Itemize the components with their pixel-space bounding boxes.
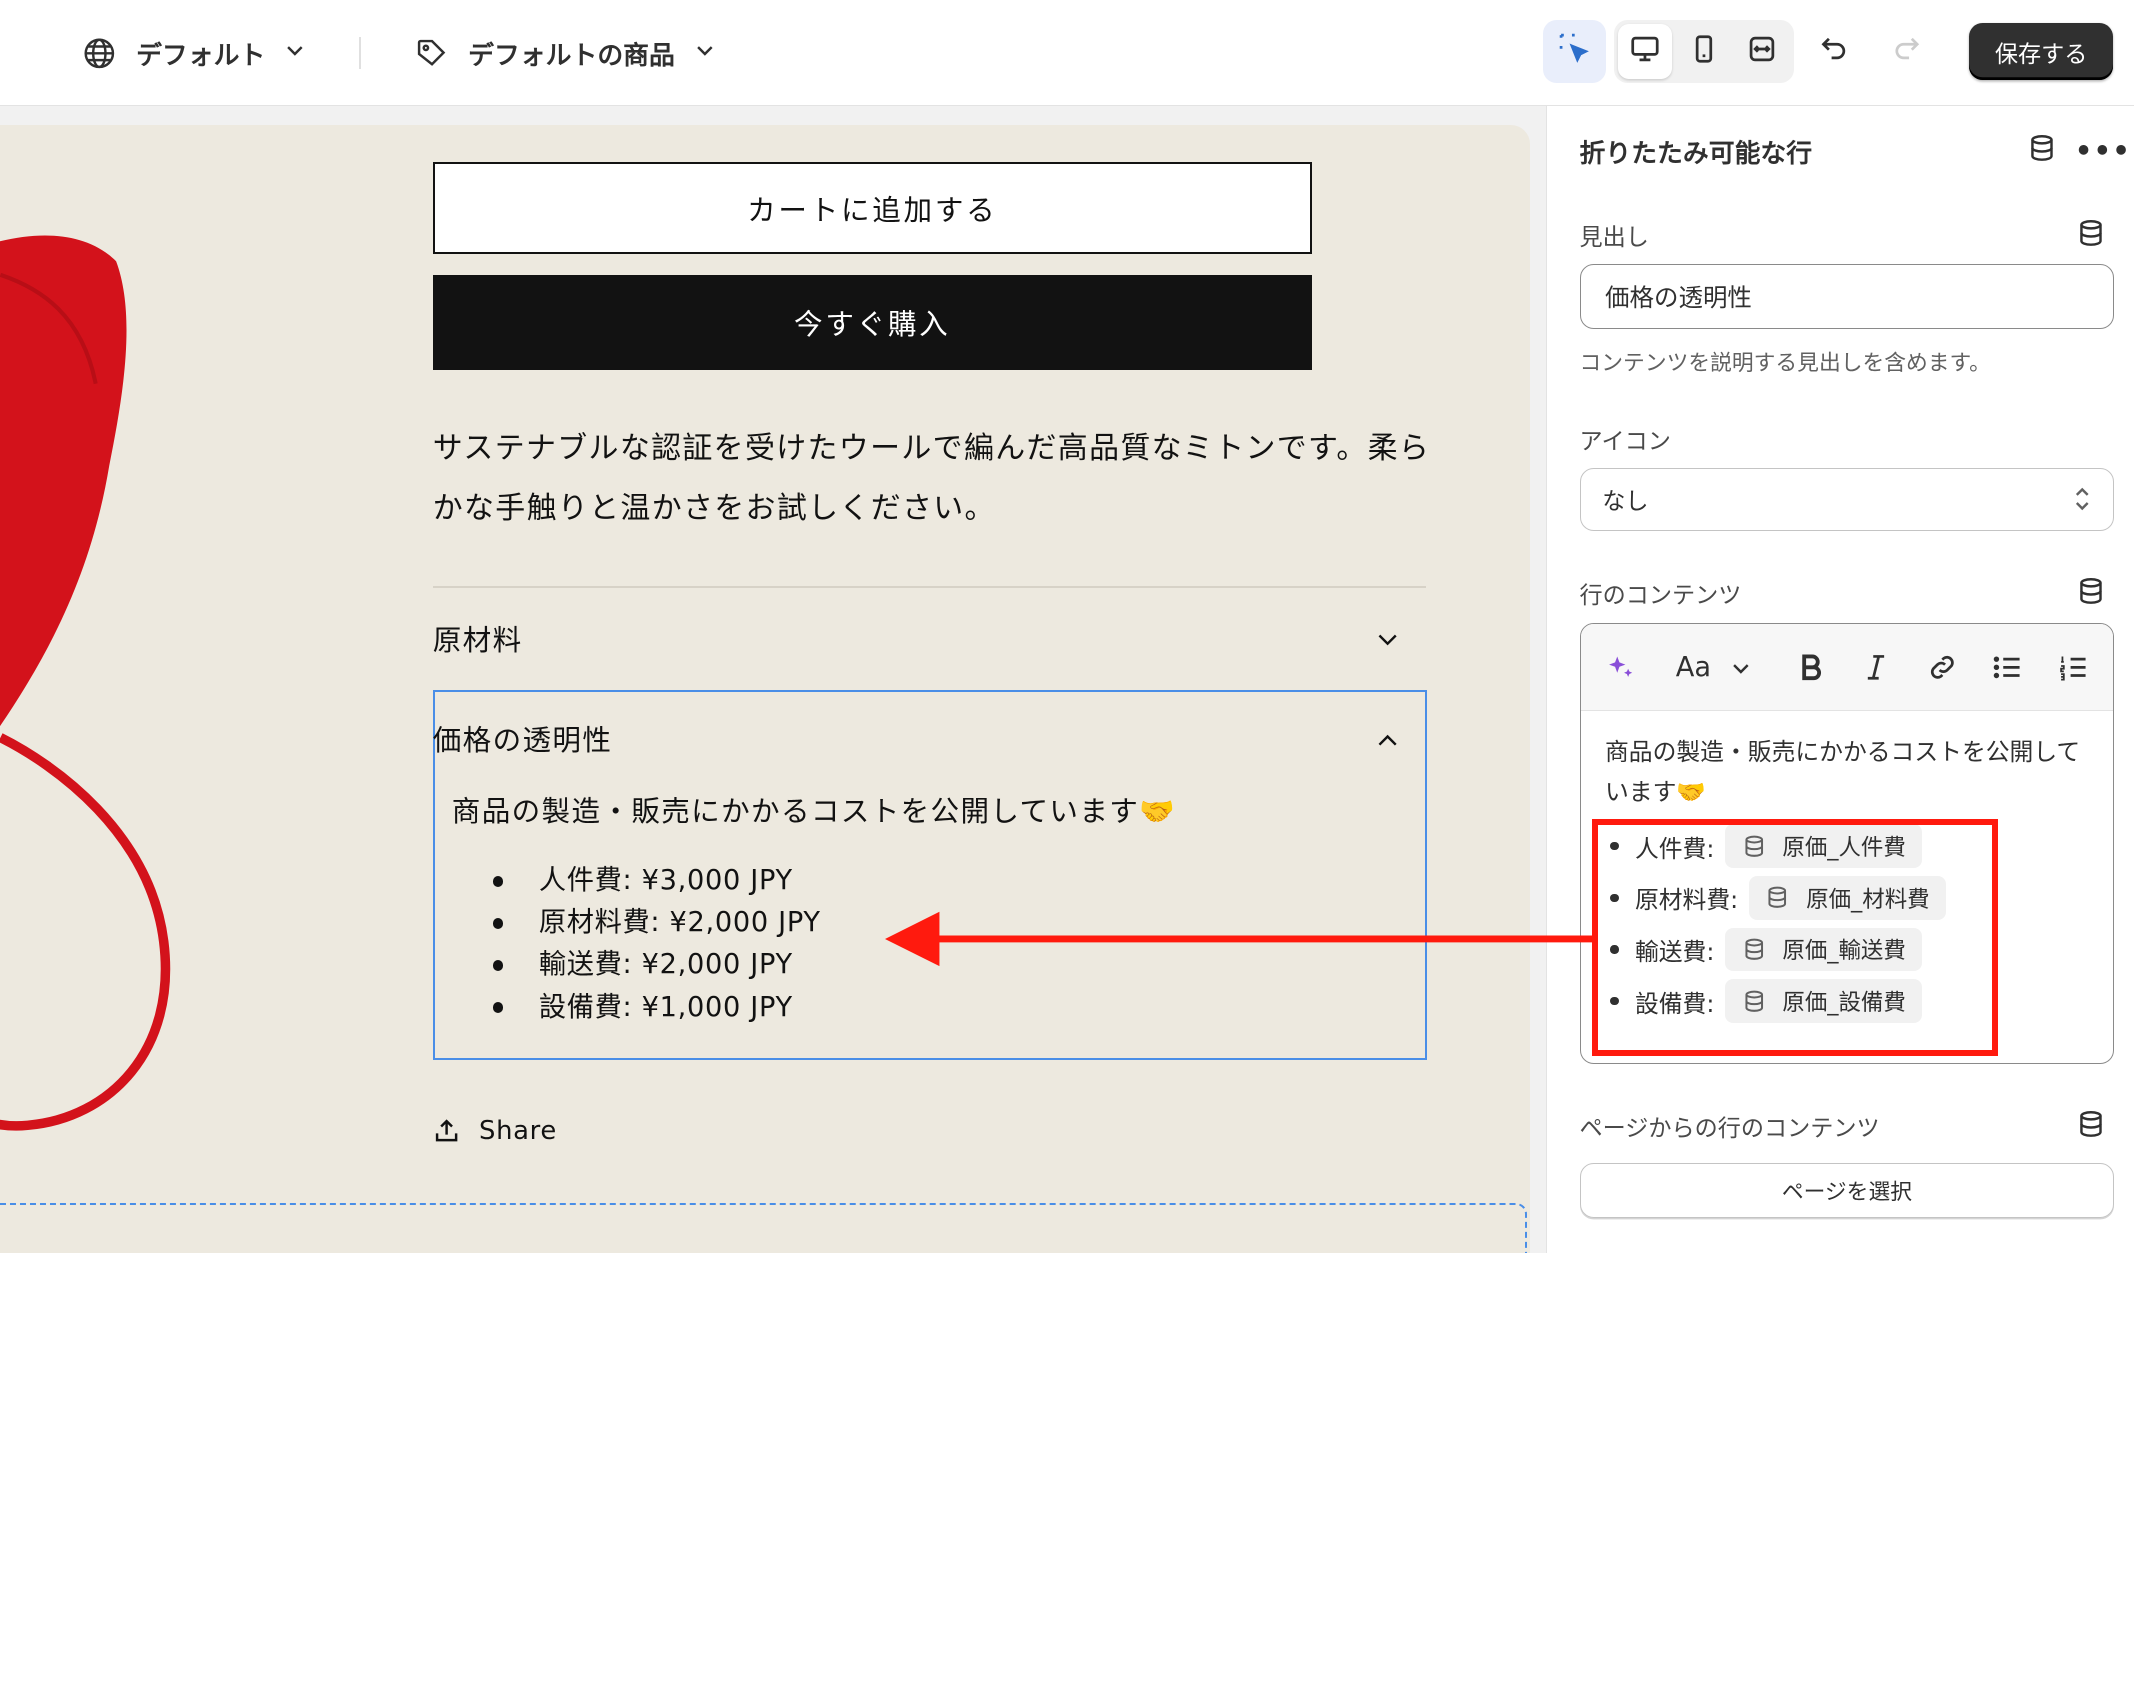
annotation-arrow	[884, 911, 1593, 967]
settings-panel: 折りたたみ可能な行 ••• 見出し 価格の透明性 コンテンツを説明する見出しを含…	[1545, 106, 2134, 1254]
select-arrows-icon	[2070, 484, 2094, 520]
template-label: デフォルト	[136, 40, 266, 71]
heading-label: 見出し	[1579, 224, 1649, 251]
viewport-switcher	[1613, 20, 1794, 83]
accordion-title: 原材料	[432, 622, 523, 657]
annotation-highlight-box	[1592, 819, 1998, 1056]
list-item: 設備費: ¥1,000 JPY	[487, 987, 820, 1029]
bold-icon[interactable]	[1796, 649, 1826, 687]
redo-icon	[1890, 32, 1923, 71]
numbered-list-icon[interactable]	[2057, 649, 2090, 687]
inspector-button[interactable]	[1543, 20, 1606, 83]
product-description: サステナブルな認証を受けたウールで編んだ高品質なミトンです。柔らかな手触りと温か…	[432, 431, 1431, 526]
editor-toolbar: Aa	[1580, 624, 2114, 712]
list-item: 輸送費: ¥2,000 JPY	[487, 944, 820, 986]
bullet-list-icon[interactable]	[1991, 649, 2024, 687]
store-preview: カートに追加する 今すぐ購入 サステナブルな認証を受けたウールで編んだ高品質なミ…	[0, 125, 1530, 1254]
database-icon[interactable]	[2076, 218, 2106, 248]
globe-icon	[82, 35, 117, 70]
list-item: 人件費: ¥3,000 JPY	[487, 860, 820, 902]
select-page-button[interactable]: ページを選択	[1579, 1163, 2115, 1218]
add-to-cart-button[interactable]: カートに追加する	[432, 161, 1312, 255]
panel-title: 折りたたみ可能な行	[1579, 139, 1813, 170]
desktop-icon	[1630, 34, 1660, 70]
chevron-down-icon	[694, 38, 716, 68]
ai-sparkle-icon[interactable]	[1605, 649, 1638, 687]
share-icon	[433, 1117, 460, 1144]
mobile-icon	[1689, 34, 1719, 70]
buy-now-button[interactable]: 今すぐ購入	[432, 274, 1312, 371]
icon-select[interactable]: なし	[1579, 468, 2115, 531]
link-icon[interactable]	[1926, 649, 1959, 687]
more-options-icon[interactable]: •••	[2075, 136, 2131, 167]
heading-help-text: コンテンツを説明する見出しを含めます。	[1579, 350, 1991, 376]
icon-select-value: なし	[1602, 489, 1649, 516]
database-icon[interactable]	[2076, 1109, 2106, 1139]
chevron-up-icon	[1374, 727, 1401, 760]
select-cursor-icon	[1557, 31, 1592, 72]
heading-input[interactable]: 価格の透明性	[1579, 263, 2115, 330]
database-icon[interactable]	[2076, 576, 2106, 606]
fullscreen-view-button[interactable]	[1735, 24, 1789, 78]
font-style-button[interactable]: Aa	[1676, 649, 1711, 687]
fit-width-icon	[1747, 34, 1777, 70]
editor-body-text: 商品の製造・販売にかかるコストを公開しています🤝	[1605, 738, 2081, 806]
share-label: Share	[478, 1115, 557, 1146]
product-label: デフォルトの商品	[468, 40, 675, 71]
divider	[432, 586, 1427, 588]
mobile-view-button[interactable]	[1677, 24, 1731, 78]
chevron-down-icon	[284, 38, 306, 68]
cost-list: 人件費: ¥3,000 JPY 原材料費: ¥2,000 JPY 輸送費: ¥2…	[487, 860, 820, 1029]
chevron-down-icon	[1374, 626, 1401, 659]
page-content-label: ページからの行のコンテンツ	[1579, 1116, 1880, 1143]
template-selector[interactable]: デフォルト	[82, 30, 306, 76]
product-selector[interactable]: デフォルトの商品	[414, 30, 716, 76]
toolbar-divider	[359, 36, 361, 70]
tag-icon	[414, 35, 449, 70]
next-section-outline	[0, 1202, 1527, 1254]
mitten-image	[0, 235, 170, 1131]
undo-button[interactable]	[1803, 20, 1866, 83]
accordion-body-text: 商品の製造・販売にかかるコストを公開しています🤝	[451, 794, 1177, 829]
desktop-view-button[interactable]	[1617, 24, 1673, 79]
save-button[interactable]: 保存する	[1969, 23, 2114, 81]
database-icon[interactable]	[2027, 133, 2057, 163]
top-bar: デフォルト デフォルトの商品 保存する	[0, 0, 2134, 107]
chevron-down-icon[interactable]	[1730, 649, 1752, 687]
italic-icon[interactable]	[1861, 649, 1891, 687]
redo-button[interactable]	[1875, 20, 1938, 83]
undo-icon	[1818, 32, 1851, 71]
font-style-label: Aa	[1675, 652, 1712, 684]
icon-label: アイコン	[1579, 428, 1671, 455]
list-item: 原材料費: ¥2,000 JPY	[487, 902, 820, 944]
share-button[interactable]: Share	[433, 1116, 557, 1146]
row-content-label: 行のコンテンツ	[1579, 582, 1742, 609]
accordion-title: 価格の透明性	[432, 723, 613, 758]
